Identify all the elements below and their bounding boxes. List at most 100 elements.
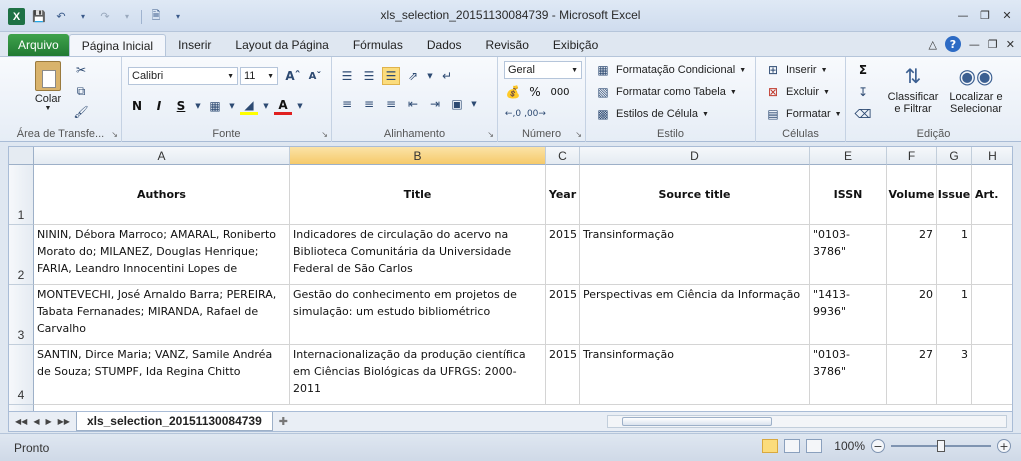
dialog-launcher-icon[interactable]: ↘ (321, 130, 328, 139)
font-name-select[interactable]: Calibri ▼ (128, 67, 238, 85)
shrink-font-icon[interactable]: Aˇ (306, 67, 324, 85)
merge-center-icon[interactable]: ▣ (448, 95, 466, 113)
collapse-ribbon-icon[interactable]: △ (928, 38, 936, 51)
minimize-icon[interactable]: — (955, 8, 971, 22)
row-header-5[interactable] (9, 405, 34, 411)
cell-volume[interactable]: 20 (887, 285, 937, 345)
column-header-e[interactable]: E (810, 147, 887, 165)
align-right-icon[interactable]: ≡ (382, 95, 400, 113)
chevron-down-icon[interactable]: ▼ (426, 67, 434, 85)
format-as-table-button[interactable]: ▧ Formatar como Tabela ▼ (594, 83, 736, 101)
cell-title[interactable]: Internacionalização da produção científi… (290, 345, 546, 405)
increase-decimal-icon[interactable]: ←,0 (504, 105, 522, 123)
cell-issn[interactable]: "0103-3786" (810, 345, 887, 405)
percent-button[interactable]: % (526, 83, 544, 101)
help-icon[interactable]: ? (944, 36, 961, 52)
header-cell-art[interactable]: Art. (972, 165, 1012, 225)
restore-icon[interactable]: ❐ (977, 8, 993, 22)
paste-button[interactable]: Colar ▼ (26, 61, 70, 112)
cell-year[interactable]: 2015 (546, 285, 580, 345)
cell-source-title[interactable]: Transinformação (580, 345, 810, 405)
horizontal-scrollbar[interactable] (607, 415, 1007, 428)
scroll-thumb[interactable] (622, 417, 772, 426)
vertical-scrollbar[interactable] (1011, 147, 1012, 411)
chevron-down-icon[interactable]: ▼ (262, 97, 270, 115)
header-cell-volume[interactable]: Volume (887, 165, 937, 225)
close-icon[interactable]: ✕ (999, 8, 1015, 22)
dialog-launcher-icon[interactable]: ↘ (487, 130, 494, 139)
grow-font-icon[interactable]: Aˆ (284, 67, 302, 85)
page-break-view-icon[interactable] (806, 439, 823, 453)
tab-exibicao[interactable]: Exibição (541, 34, 610, 56)
last-sheet-icon[interactable]: ▶▶ (58, 417, 70, 426)
chevron-down-icon[interactable]: ▼ (296, 97, 304, 115)
column-header-f[interactable]: F (887, 147, 937, 165)
header-cell-year[interactable]: Year (546, 165, 580, 225)
orientation-icon[interactable]: ⇗ (404, 67, 422, 85)
column-header-a[interactable]: A (34, 147, 290, 165)
fill-icon[interactable]: ↧ (854, 83, 872, 101)
tab-arquivo[interactable]: Arquivo (8, 34, 69, 56)
row-header-2[interactable]: 2 (9, 225, 34, 285)
decrease-indent-icon[interactable]: ⇤ (404, 95, 422, 113)
number-format-select[interactable]: Geral ▼ (504, 61, 582, 79)
minimize-icon[interactable]: — (969, 38, 980, 51)
dialog-launcher-icon[interactable]: ↘ (111, 130, 118, 139)
first-sheet-icon[interactable]: ◀◀ (15, 417, 27, 426)
column-header-d[interactable]: D (580, 147, 810, 165)
cell-authors[interactable]: MONTEVECHI, José Arnaldo Barra; PEREIRA,… (34, 285, 290, 345)
cell-issn[interactable]: "1413-9936" (810, 285, 887, 345)
zoom-out-icon[interactable]: − (871, 439, 885, 453)
chevron-down-icon[interactable]: ▼ (194, 97, 202, 115)
find-select-button[interactable]: ◉◉ Localizar e Selecionar (944, 61, 1008, 115)
decrease-decimal-icon[interactable]: ,00→ (524, 105, 546, 123)
header-cell-source-title[interactable]: Source title (580, 165, 810, 225)
next-sheet-icon[interactable]: ▶ (45, 417, 51, 426)
font-color-icon[interactable]: A (274, 97, 292, 115)
font-size-select[interactable]: 11 ▼ (240, 67, 278, 85)
cut-icon[interactable]: ✂ (72, 61, 90, 79)
tab-revisao[interactable]: Revisão (474, 34, 541, 56)
zoom-thumb[interactable] (937, 440, 945, 452)
header-cell-authors[interactable]: Authors (34, 165, 290, 225)
new-sheet-icon[interactable]: ✚ (279, 415, 288, 428)
insert-cells-button[interactable]: ⊞ Inserir ▼ (764, 61, 828, 79)
format-painter-icon[interactable]: 🖌 (72, 103, 90, 121)
align-middle-icon[interactable]: ☰ (360, 67, 378, 85)
zoom-level[interactable]: 100% (834, 439, 865, 453)
cell-source-title[interactable]: Perspectivas em Ciência da Informação (580, 285, 810, 345)
zoom-slider[interactable] (891, 439, 991, 453)
italic-button[interactable]: I (150, 97, 168, 115)
tab-dados[interactable]: Dados (415, 34, 474, 56)
cell-styles-button[interactable]: ▩ Estilos de Célula ▼ (594, 105, 709, 123)
conditional-format-button[interactable]: ▦ Formatação Condicional ▼ (594, 61, 746, 79)
underline-button[interactable]: S (172, 97, 190, 115)
column-header-g[interactable]: G (937, 147, 972, 165)
cell-volume[interactable]: 27 (887, 345, 937, 405)
cell-art[interactable] (972, 285, 1012, 345)
cell-authors[interactable]: NININ, Débora Marroco; AMARAL, Roniberto… (34, 225, 290, 285)
tab-pagina-inicial[interactable]: Página Inicial (68, 34, 167, 56)
cell-title[interactable]: Indicadores de circulação do acervo na B… (290, 225, 546, 285)
autosum-icon[interactable]: Σ (854, 61, 872, 79)
zoom-in-icon[interactable]: + (997, 439, 1011, 453)
cell-art[interactable] (972, 345, 1012, 405)
prev-sheet-icon[interactable]: ◀ (33, 417, 39, 426)
select-all-corner[interactable] (9, 147, 34, 165)
dialog-launcher-icon[interactable]: ↘ (575, 130, 582, 139)
cell-issue[interactable]: 3 (937, 345, 972, 405)
row-header-4[interactable]: 4 (9, 345, 34, 405)
cell-issue[interactable]: 1 (937, 225, 972, 285)
cell-art[interactable] (972, 225, 1012, 285)
align-top-icon[interactable]: ☰ (338, 67, 356, 85)
normal-view-icon[interactable] (762, 439, 779, 453)
chevron-down-icon[interactable]: ▼ (228, 97, 236, 115)
tab-formulas[interactable]: Fórmulas (341, 34, 415, 56)
borders-icon[interactable]: ▦ (206, 97, 224, 115)
row-header-3[interactable]: 3 (9, 285, 34, 345)
column-header-h[interactable]: H (972, 147, 1012, 165)
sort-filter-button[interactable]: ⇅ Classificar e Filtrar (884, 61, 942, 115)
align-bottom-icon[interactable]: ☰ (382, 67, 400, 85)
format-cells-button[interactable]: ▤ Formatar ▼ (764, 105, 841, 123)
header-cell-issue[interactable]: Issue (937, 165, 972, 225)
